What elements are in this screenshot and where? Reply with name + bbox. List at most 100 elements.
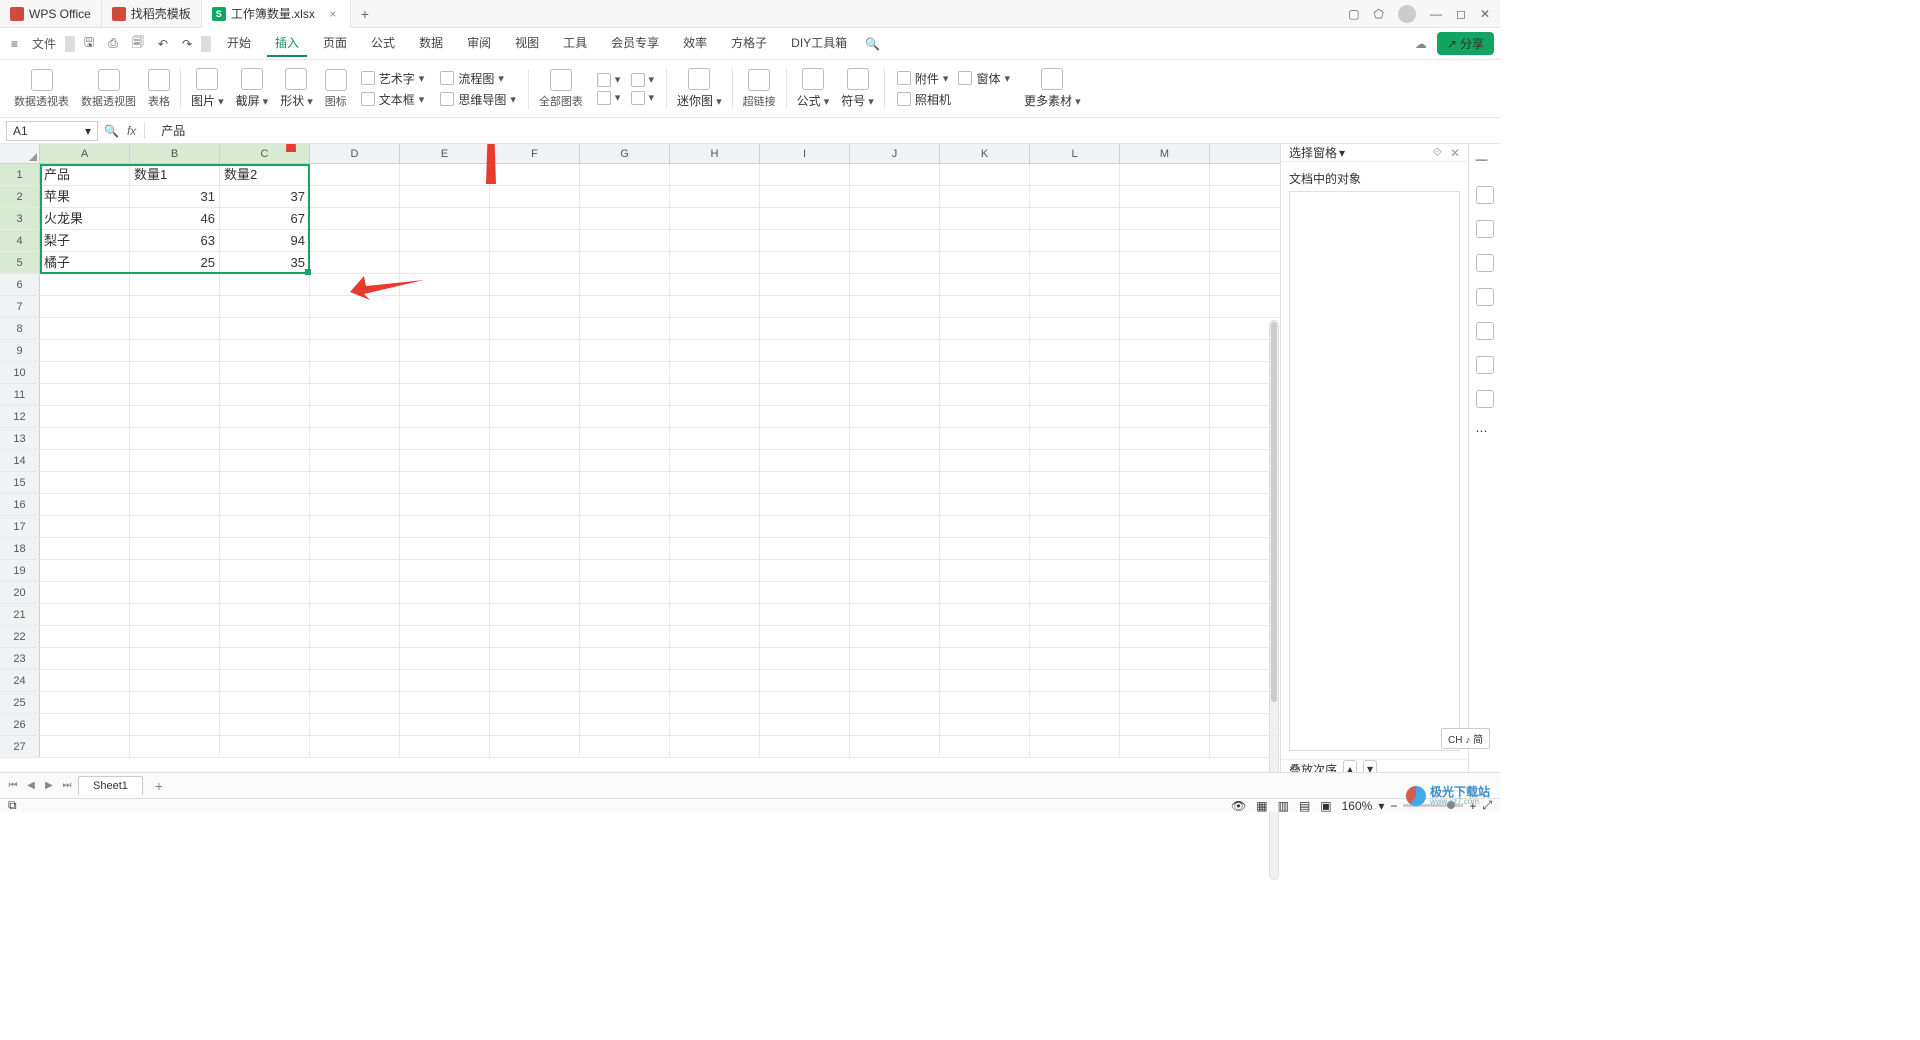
cell[interactable] [40, 538, 130, 559]
menu-tab-工具[interactable]: 工具 [555, 30, 595, 57]
row-header[interactable]: 4 [0, 230, 40, 251]
menu-tab-页面[interactable]: 页面 [315, 30, 355, 57]
cell[interactable] [850, 494, 940, 515]
cell[interactable] [580, 670, 670, 691]
row-header[interactable]: 3 [0, 208, 40, 229]
cell[interactable] [1120, 164, 1210, 185]
cell[interactable] [670, 164, 760, 185]
cell[interactable] [580, 604, 670, 625]
cell[interactable] [130, 384, 220, 405]
mindmap-button[interactable]: 思维导图 ▾ [440, 91, 516, 108]
cell[interactable] [400, 450, 490, 471]
cell[interactable] [40, 274, 130, 295]
cell[interactable] [850, 714, 940, 735]
cell[interactable] [490, 230, 580, 251]
cell[interactable] [1030, 516, 1120, 537]
column-header-A[interactable]: A [40, 144, 130, 163]
cell[interactable] [130, 648, 220, 669]
cell[interactable] [580, 362, 670, 383]
page-view-icon[interactable]: ▤ [1299, 799, 1310, 813]
cell[interactable] [940, 604, 1030, 625]
cell[interactable] [760, 318, 850, 339]
cell[interactable] [490, 208, 580, 229]
cell[interactable] [850, 252, 940, 273]
cell[interactable] [580, 428, 670, 449]
pivot-table-button[interactable]: 数据透视表 [8, 69, 75, 109]
cell[interactable]: 25 [130, 252, 220, 273]
cell[interactable] [760, 736, 850, 757]
cell[interactable] [1120, 450, 1210, 471]
cell[interactable] [40, 472, 130, 493]
pin-icon[interactable]: ⟐ [1432, 145, 1441, 160]
zoom-out-button[interactable]: − [1390, 799, 1397, 813]
cell[interactable] [220, 538, 310, 559]
cell[interactable] [490, 582, 580, 603]
icon-button[interactable]: 图标 [319, 69, 353, 109]
cell[interactable] [760, 582, 850, 603]
cell[interactable] [1120, 560, 1210, 581]
cell[interactable] [1030, 318, 1120, 339]
cell[interactable] [1030, 560, 1120, 581]
select-all-corner[interactable] [0, 144, 40, 163]
sheet-tab[interactable]: Sheet1 [78, 776, 143, 795]
cell[interactable] [850, 274, 940, 295]
cell[interactable] [490, 626, 580, 647]
cell[interactable] [490, 560, 580, 581]
row-header[interactable]: 10 [0, 362, 40, 383]
cell[interactable] [490, 186, 580, 207]
pivot-chart-button[interactable]: 数据透视图 [75, 69, 142, 109]
cell[interactable] [940, 450, 1030, 471]
cell[interactable] [130, 582, 220, 603]
cell[interactable] [310, 252, 400, 273]
cell[interactable] [670, 604, 760, 625]
cell[interactable] [490, 604, 580, 625]
cell[interactable] [310, 692, 400, 713]
cell[interactable] [490, 164, 580, 185]
cell[interactable] [670, 362, 760, 383]
cell[interactable] [490, 692, 580, 713]
name-box[interactable]: A1 ▾ [6, 121, 98, 141]
cell[interactable] [580, 736, 670, 757]
cell[interactable] [220, 296, 310, 317]
read-view-icon[interactable]: ▥ [1278, 799, 1289, 813]
cell[interactable] [400, 692, 490, 713]
cell[interactable] [130, 362, 220, 383]
cell[interactable] [220, 384, 310, 405]
cell[interactable] [760, 252, 850, 273]
cell[interactable] [760, 538, 850, 559]
cell[interactable] [760, 340, 850, 361]
cell[interactable] [130, 472, 220, 493]
cell[interactable] [670, 384, 760, 405]
textbox-button[interactable]: 文本框 ▾ [361, 91, 425, 108]
cell[interactable] [40, 406, 130, 427]
redo-icon[interactable]: ↷ [177, 35, 197, 53]
cell[interactable] [220, 428, 310, 449]
cell[interactable] [490, 340, 580, 361]
cell[interactable] [40, 318, 130, 339]
cell[interactable] [670, 714, 760, 735]
column-header-E[interactable]: E [400, 144, 490, 163]
cell[interactable] [670, 274, 760, 295]
cell[interactable] [940, 714, 1030, 735]
cell[interactable] [1030, 208, 1120, 229]
cell[interactable] [760, 472, 850, 493]
cell[interactable] [670, 692, 760, 713]
avatar[interactable] [1398, 5, 1416, 23]
cell[interactable] [670, 560, 760, 581]
cell[interactable] [760, 560, 850, 581]
cell[interactable] [220, 450, 310, 471]
cell[interactable] [1120, 604, 1210, 625]
cell[interactable] [40, 450, 130, 471]
cell[interactable] [130, 494, 220, 515]
cell[interactable] [400, 362, 490, 383]
cell[interactable] [1120, 494, 1210, 515]
cell[interactable] [130, 274, 220, 295]
bar-chart-button[interactable]: ▾ ▾ [597, 73, 654, 87]
cell[interactable] [1030, 714, 1120, 735]
cell[interactable] [310, 340, 400, 361]
cell[interactable] [850, 626, 940, 647]
row-header[interactable]: 14 [0, 450, 40, 471]
cell[interactable] [1120, 296, 1210, 317]
column-header-D[interactable]: D [310, 144, 400, 163]
row-header[interactable]: 12 [0, 406, 40, 427]
